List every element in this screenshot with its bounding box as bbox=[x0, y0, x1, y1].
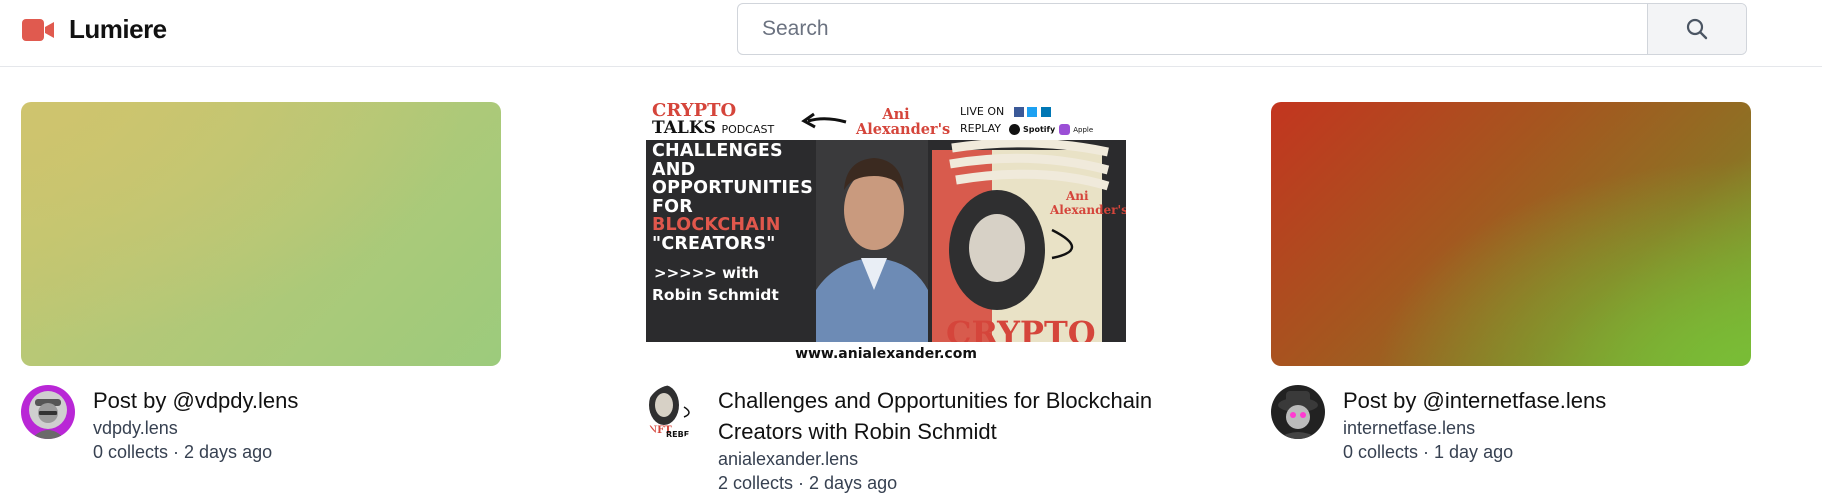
post-stats: 2 collects · 2 days ago bbox=[718, 473, 898, 493]
thumbnail-brand: CRYPTO TALKS PODCAST bbox=[652, 102, 775, 138]
video-camera-icon bbox=[22, 18, 54, 41]
arrow-left-icon bbox=[801, 112, 847, 129]
post-title[interactable]: Post by @vdpdy.lens bbox=[93, 385, 593, 416]
post-thumbnail[interactable]: CRYPTO TALKS PODCAST Ani Alexander's LIV… bbox=[646, 102, 1126, 366]
thumbnail-with: >>>>> with bbox=[654, 264, 759, 282]
thumbnail-headline: CHALLENGES AND OPPORTUNITIES FOR BLOCKCH… bbox=[652, 141, 814, 254]
post-author-handle[interactable]: vdpdy.lens bbox=[93, 416, 593, 440]
search-input[interactable] bbox=[738, 4, 1672, 54]
thumbnail-guest: Robin Schmidt bbox=[652, 286, 779, 304]
post-card[interactable]: CRYPTO TALKS PODCAST Ani Alexander's LIV… bbox=[646, 102, 1166, 502]
search-bar bbox=[737, 3, 1747, 55]
post-title[interactable]: Post by @internetfase.lens bbox=[1343, 385, 1822, 416]
post-card[interactable]: Post by @vdpdy.lens vdpdy.lens 0 collect… bbox=[21, 102, 541, 502]
post-author-handle[interactable]: anialexander.lens bbox=[718, 447, 1218, 471]
post-stats: 0 collects · 1 day ago bbox=[1343, 442, 1514, 462]
svg-text:Ani: Ani bbox=[1065, 189, 1089, 203]
guest-photo bbox=[816, 140, 928, 342]
thumbnail-url: www.anialexander.com bbox=[795, 346, 977, 362]
thumbnail-ani-text: Ani Alexander's bbox=[856, 106, 951, 138]
top-bar: Lumiere bbox=[0, 0, 1822, 67]
post-card[interactable]: Post by @internetfase.lens internetfase.… bbox=[1271, 102, 1791, 502]
svg-text:REBF: REBF bbox=[666, 430, 689, 439]
post-stats: 0 collects · 2 days ago bbox=[93, 442, 273, 462]
avatar[interactable]: NFT REBF bbox=[646, 385, 700, 439]
post-title[interactable]: Challenges and Opportunities for Blockch… bbox=[718, 385, 1218, 447]
svg-text:Alexander's: Alexander's bbox=[1049, 203, 1126, 217]
post-thumbnail[interactable] bbox=[1271, 102, 1751, 366]
ani-photo: Ani Alexander's bbox=[932, 138, 1126, 342]
post-author-handle[interactable]: internetfase.lens bbox=[1343, 416, 1822, 440]
search-button[interactable] bbox=[1647, 4, 1746, 54]
search-icon bbox=[1686, 18, 1708, 40]
post-thumbnail[interactable] bbox=[21, 102, 501, 366]
avatar[interactable] bbox=[1271, 385, 1325, 439]
brand[interactable]: Lumiere bbox=[22, 14, 167, 45]
app-name: Lumiere bbox=[69, 14, 167, 44]
avatar[interactable] bbox=[21, 385, 75, 439]
